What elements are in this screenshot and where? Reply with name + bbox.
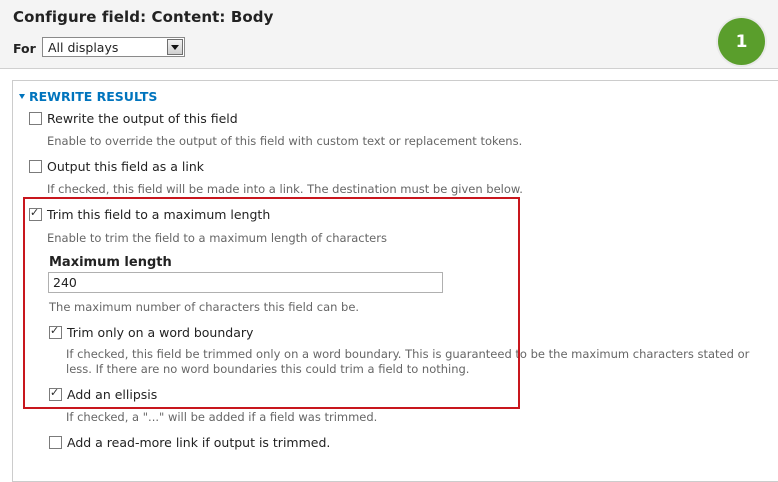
display-select[interactable]: All displays <box>42 37 185 57</box>
read-more-label: Add a read-more link if output is trimme… <box>67 435 331 450</box>
triangle-down-icon <box>19 94 25 99</box>
read-more-option[interactable]: Add a read-more link if output is trimme… <box>49 435 330 450</box>
for-label: For <box>13 41 36 56</box>
page-header: Configure field: Content: Body For All d… <box>0 0 778 69</box>
rewrite-output-option[interactable]: Rewrite the output of this field <box>29 111 238 126</box>
rewrite-output-checkbox[interactable] <box>29 112 42 125</box>
step-badge: 1 <box>718 18 765 65</box>
ellipsis-description: If checked, a "..." will be added if a f… <box>66 410 378 424</box>
rewrite-results-toggle[interactable]: REWRITE RESULTS <box>19 89 157 104</box>
output-as-link-description: If checked, this field will be made into… <box>47 182 523 196</box>
rewrite-output-description: Enable to override the output of this fi… <box>47 134 523 148</box>
read-more-checkbox[interactable] <box>49 436 62 449</box>
output-as-link-checkbox[interactable] <box>29 160 42 173</box>
chevron-down-icon[interactable] <box>167 39 183 55</box>
page-title: Configure field: Content: Body <box>13 8 274 26</box>
output-as-link-option[interactable]: Output this field as a link <box>29 159 204 174</box>
display-select-value: All displays <box>48 40 119 55</box>
rewrite-output-label: Rewrite the output of this field <box>47 111 238 126</box>
section-title: REWRITE RESULTS <box>29 89 158 104</box>
highlight-box <box>23 197 520 409</box>
output-as-link-label: Output this field as a link <box>47 159 205 174</box>
